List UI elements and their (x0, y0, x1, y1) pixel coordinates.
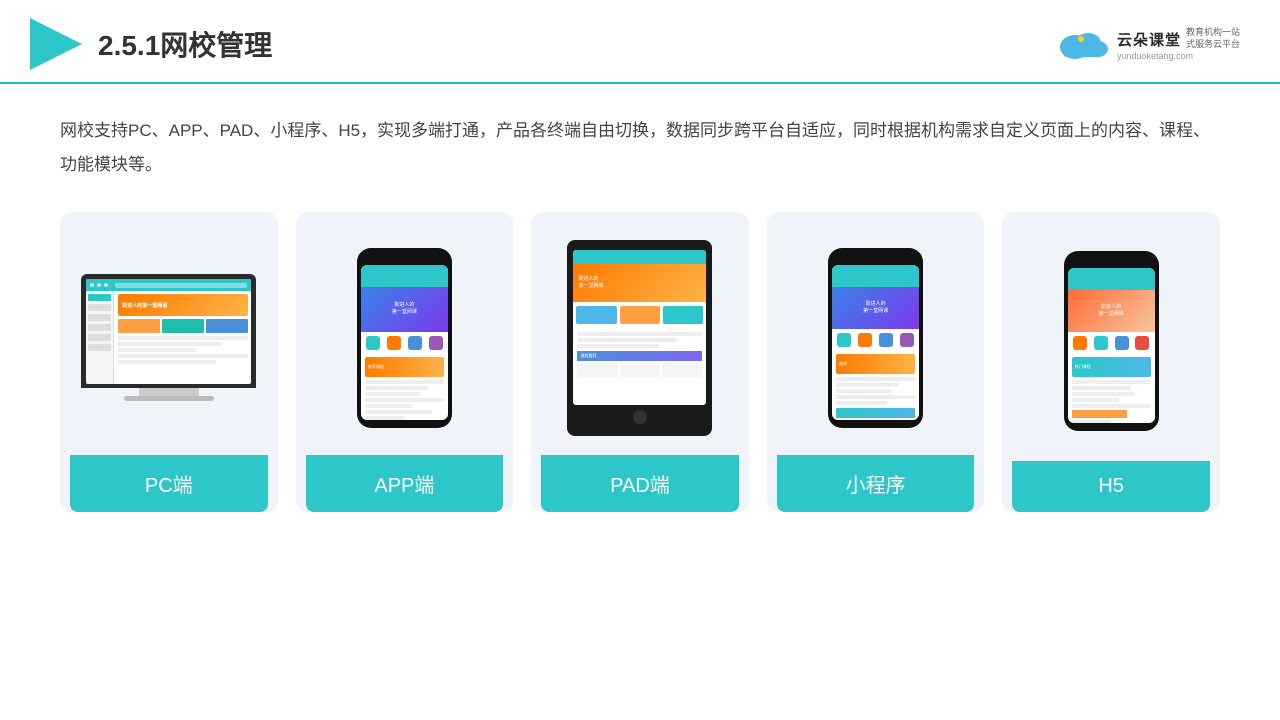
miniprogram-image-area: 职进人的第一堂网课 推荐 (777, 232, 975, 443)
logo-tagline: 教育机构一站式服务云平台 (1186, 27, 1240, 50)
app-phone-mockup: 职进人的第一堂网课 推荐课程 (357, 248, 452, 428)
page-title: 2.5.1网校管理 (98, 24, 272, 64)
device-card-miniprogram: 职进人的第一堂网课 推荐 (767, 212, 985, 512)
pc-image-area: 职进人的第一堂网课 (70, 232, 268, 443)
logo-area: 云朵课堂 教育机构一站式服务云平台 yunduoketang.com (1053, 25, 1240, 63)
logo-url: yunduoketang.com (1117, 51, 1240, 61)
h5-image-area: 职进人的第一堂网课 热门课程 (1012, 232, 1210, 449)
logo-brand-name: 云朵课堂 (1117, 29, 1181, 50)
h5-phone-mockup: 职进人的第一堂网课 热门课程 (1064, 251, 1159, 431)
device-card-app: 职进人的第一堂网课 推荐课程 (296, 212, 514, 512)
play-icon (30, 18, 82, 70)
miniprogram-phone-mockup: 职进人的第一堂网课 推荐 (828, 248, 923, 428)
cloud-logo-icon (1053, 25, 1113, 63)
device-card-h5: 职进人的第一堂网课 热门课程 (1002, 212, 1220, 512)
pad-label: PAD端 (541, 455, 739, 512)
description-text: 网校支持PC、APP、PAD、小程序、H5，实现多端打通，产品各终端自由切换，数… (60, 114, 1220, 182)
h5-label: H5 (1012, 461, 1210, 512)
device-card-pc: 职进人的第一堂网课 (60, 212, 278, 512)
app-image-area: 职进人的第一堂网课 推荐课程 (306, 232, 504, 443)
pad-tablet-mockup: 职进人的第一堂网课 (567, 240, 712, 436)
pc-label: PC端 (70, 455, 268, 512)
device-card-pad: 职进人的第一堂网课 (531, 212, 749, 512)
app-label: APP端 (306, 455, 504, 512)
header-left: 2.5.1网校管理 (30, 18, 272, 70)
devices-row: 职进人的第一堂网课 (60, 212, 1220, 512)
main-content: 网校支持PC、APP、PAD、小程序、H5，实现多端打通，产品各终端自由切换，数… (0, 84, 1280, 532)
pad-image-area: 职进人的第一堂网课 (541, 232, 739, 443)
header: 2.5.1网校管理 云朵课堂 教育机构一站式服务云平台 yunduoketang… (0, 0, 1280, 84)
miniprogram-label: 小程序 (777, 455, 975, 512)
pc-mockup: 职进人的第一堂网课 (81, 274, 256, 401)
